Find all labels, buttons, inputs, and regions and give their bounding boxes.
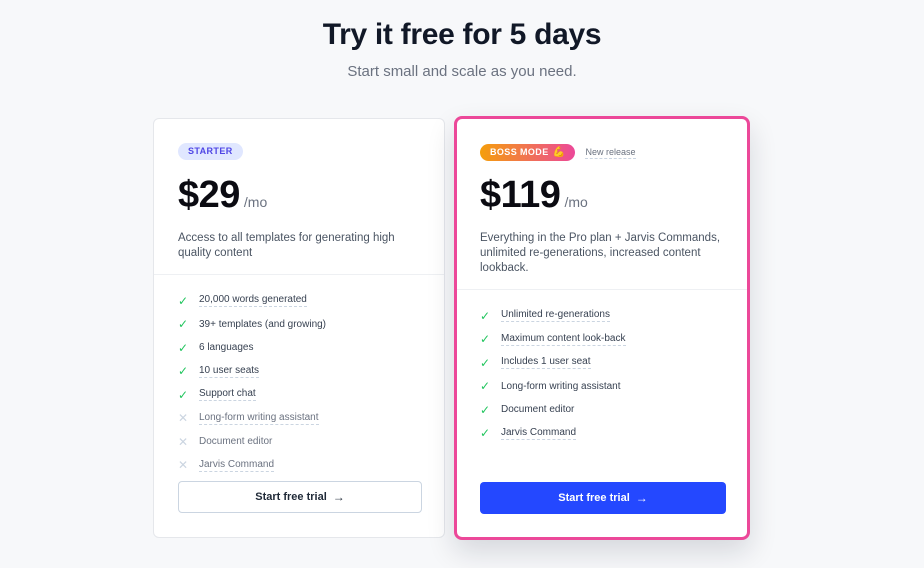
feature-label[interactable]: Unlimited re-generations [501,309,610,323]
feature-list: ✓ Unlimited re-generations ✓ Maximum con… [480,304,626,445]
page-subtitle: Start small and scale as you need. [347,63,577,80]
divider [154,274,444,275]
check-icon: ✓ [178,387,189,402]
feature-item: ✓ 20,000 words generated [178,289,326,313]
price-row: $119 /mo [480,174,588,217]
feature-label: 6 languages [199,342,254,354]
check-icon: ✓ [480,308,491,323]
check-icon: ✓ [178,317,189,332]
feature-label[interactable]: 20,000 words generated [199,294,307,308]
feature-item: ✓ Unlimited re-generations [480,304,626,328]
feature-item: ✓ 39+ templates (and growing) [178,313,326,337]
plan-badge: BOSS MODE 💪 [480,144,576,161]
feature-label: Long-form writing assistant [501,380,621,392]
feature-item: ✓ 10 user seats [178,360,326,384]
feature-item: ✓ Document editor [480,398,626,422]
button-label: Start free trial [558,492,630,504]
feature-item: ✓ 6 languages [178,336,326,360]
plan-price: $29 [178,174,240,216]
check-icon: ✓ [178,293,189,308]
feature-label: 39+ templates (and growing) [199,318,327,330]
feature-label[interactable]: Jarvis Command [501,427,577,440]
check-icon: ✓ [480,426,491,441]
feature-item: ✓ Maximum content look-back [480,328,626,352]
plan-card-starter: STARTER $29 /mo Access to all templates … [153,118,445,538]
badge-label: BOSS MODE [490,147,549,157]
plan-card-boss-mode: BOSS MODE 💪 New release $119 /mo Everyth… [454,116,750,540]
feature-item: ✕ Document editor [178,430,326,454]
feature-label[interactable]: Includes 1 user seat [501,356,591,370]
feature-item: ✓ Includes 1 user seat [480,351,626,375]
feature-item: ✓ Support chat [178,383,326,407]
feature-item: ✕ Long-form writing assistant [178,407,326,431]
plan-period: /mo [564,194,588,210]
feature-label[interactable]: Long-form writing assistant [199,412,319,425]
start-free-trial-button[interactable]: Start free trial → [480,482,726,514]
check-icon: ✓ [480,332,491,347]
feature-label: Document editor [199,436,273,448]
check-icon: ✓ [178,364,189,379]
cross-icon: ✕ [178,458,189,473]
feature-item: ✓ Jarvis Command [480,422,626,446]
plan-price: $119 [480,174,561,216]
check-icon: ✓ [480,402,491,417]
plan-period: /mo [243,194,268,210]
feature-item: ✓ Long-form writing assistant [480,375,626,399]
feature-label[interactable]: Jarvis Command [199,459,275,472]
badge-row: BOSS MODE 💪 New release [480,144,636,161]
feature-label: Document editor [501,404,575,416]
feature-label[interactable]: Maximum content look-back [501,333,626,346]
plan-description: Access to all templates for generating h… [178,232,395,259]
flexed-biceps-icon: 💪 [552,147,566,158]
new-release-tag[interactable]: New release [585,147,636,159]
arrow-right-icon: → [635,491,648,505]
feature-list: ✓ 20,000 words generated ✓ 39+ templates… [178,289,326,477]
feature-item: ✕ Jarvis Command [178,454,326,478]
arrow-right-icon: → [332,490,345,504]
button-label: Start free trial [255,491,327,503]
plan-description: Everything in the Pro plan + Jarvis Comm… [480,232,721,274]
plan-badge: STARTER [178,143,243,160]
divider [457,289,747,290]
price-row: $29 /mo [178,174,267,217]
check-icon: ✓ [178,340,189,355]
check-icon: ✓ [480,355,491,370]
feature-label[interactable]: 10 user seats [199,365,260,378]
cross-icon: ✕ [178,434,189,449]
feature-label[interactable]: Support chat [199,388,256,402]
start-free-trial-button[interactable]: Start free trial → [178,481,422,513]
check-icon: ✓ [480,379,491,394]
page-title: Try it free for 5 days [322,18,602,51]
cross-icon: ✕ [178,411,189,426]
badge-row: STARTER [178,143,243,160]
